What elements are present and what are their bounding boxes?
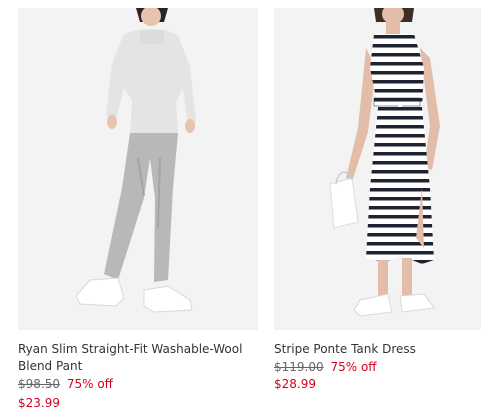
- original-price: $98.50: [18, 377, 60, 391]
- price-row: $119.00 75% off: [274, 359, 377, 376]
- discount-label: 75% off: [330, 360, 377, 374]
- product-card[interactable]: Stripe Ponte Tank Dress $119.00 75% off …: [274, 0, 481, 417]
- original-price: $119.00: [274, 360, 324, 374]
- sale-price: $23.99: [18, 396, 60, 410]
- discount-label: 75% off: [66, 377, 113, 391]
- product-grid: Ryan Slim Straight-Fit Washable-Wool Ble…: [0, 0, 481, 417]
- sale-price: $28.99: [274, 377, 316, 391]
- price-row: $98.50 75% off: [18, 376, 113, 393]
- product-title[interactable]: Stripe Ponte Tank Dress: [274, 341, 481, 358]
- product-title[interactable]: Ryan Slim Straight-Fit Washable-Wool Ble…: [18, 341, 258, 375]
- product-image[interactable]: [18, 8, 258, 330]
- product-image[interactable]: [274, 8, 481, 330]
- product-card[interactable]: Ryan Slim Straight-Fit Washable-Wool Ble…: [18, 0, 258, 417]
